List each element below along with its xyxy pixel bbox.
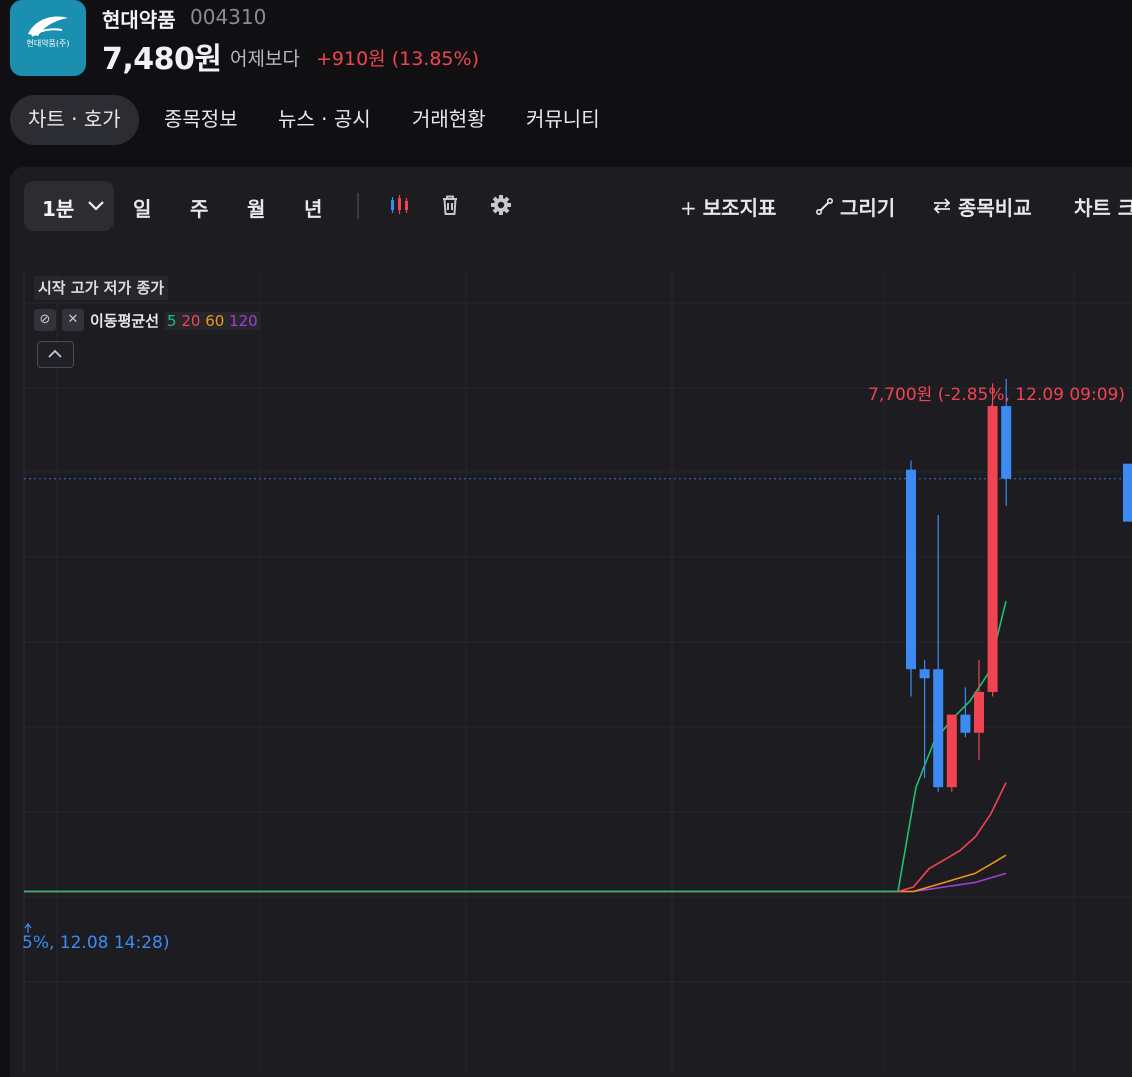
candle-body <box>974 691 984 733</box>
ma-period-120: 120 <box>229 312 258 330</box>
ma-legend: ⊘ ✕ 이동평균선 5 20 60 120 <box>34 309 260 333</box>
price-axis-marker <box>1123 463 1132 522</box>
ma-label: 이동평균선 <box>90 312 160 330</box>
ma-periods: 5 20 60 120 <box>165 312 260 330</box>
candle-body <box>960 714 971 733</box>
ma-period-60: 60 <box>205 312 225 330</box>
close-icon[interactable]: ✕ <box>62 309 84 331</box>
ma-line-5 <box>24 601 1007 893</box>
ohlc-legend: 시작 고가 저가 종가 <box>34 276 169 300</box>
ma-line-20 <box>24 782 1007 893</box>
candle-body <box>906 469 916 670</box>
candle-body <box>987 406 998 692</box>
candle-body <box>946 714 957 788</box>
legend-collapse-button[interactable] <box>37 341 74 368</box>
high-price-annotation: 7,700원 (-2.85%, 12.09 09:09) <box>868 385 1125 405</box>
ma-line-60 <box>24 854 1007 893</box>
ma-period-20: 20 <box>181 312 201 330</box>
eye-off-icon[interactable]: ⊘ <box>34 309 56 331</box>
candlestick-chart[interactable] <box>0 0 1132 1073</box>
ma-period-5: 5 <box>167 312 177 330</box>
candle-body <box>1001 406 1012 479</box>
low-price-annotation: 5%, 12.08 14:28) <box>22 933 170 953</box>
chevron-up-icon <box>48 349 62 358</box>
candle-body <box>919 669 930 679</box>
candle-body <box>933 669 944 788</box>
ma-line-120 <box>24 872 1007 893</box>
low-arrow-icon <box>24 923 32 933</box>
